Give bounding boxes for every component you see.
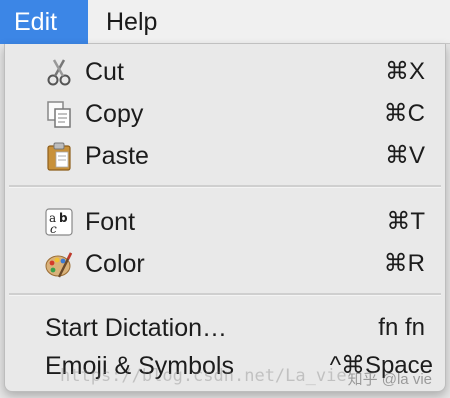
font-icon: a b c bbox=[45, 207, 73, 237]
svg-text:c: c bbox=[50, 222, 57, 236]
watermark-url: https://blog.csdn.net/La_vie bbox=[60, 366, 347, 386]
edit-menu-dropdown: Cut ⌘X Copy ⌘C Paste ⌘V a b c Font ⌘T Co… bbox=[4, 44, 446, 392]
menu-item-color[interactable]: Color ⌘R bbox=[5, 244, 445, 284]
menu-item-label: Copy bbox=[85, 100, 144, 128]
menu-item-label: Cut bbox=[85, 58, 124, 86]
menu-item-copy[interactable]: Copy ⌘C bbox=[5, 94, 445, 134]
menu-separator bbox=[9, 185, 441, 188]
palette-icon bbox=[45, 249, 73, 279]
menu-bar: Edit Help bbox=[0, 0, 450, 44]
menu-item-label: Paste bbox=[85, 142, 149, 170]
menu-item-label: Start Dictation… bbox=[45, 314, 228, 342]
shortcut-label: ⌘V bbox=[384, 142, 425, 169]
shortcut-label: ⌘T bbox=[386, 208, 425, 235]
clipboard-icon bbox=[45, 141, 73, 171]
menu-separator bbox=[9, 293, 441, 296]
shortcut-label: ⌘X bbox=[384, 58, 425, 85]
menu-item-start-dictation[interactable]: Start Dictation… fn fn bbox=[5, 308, 445, 348]
menu-help[interactable]: Help bbox=[92, 0, 171, 44]
menu-item-label: Color bbox=[85, 250, 145, 278]
shortcut-label: fn fn bbox=[378, 314, 425, 341]
shortcut-label: ⌘C bbox=[383, 100, 425, 127]
menu-item-label: Font bbox=[85, 208, 136, 236]
copy-icon bbox=[45, 99, 73, 129]
menu-item-cut[interactable]: Cut ⌘X bbox=[5, 52, 445, 92]
menu-item-paste[interactable]: Paste ⌘V bbox=[5, 136, 445, 176]
scissors-icon bbox=[45, 57, 73, 87]
menu-item-font[interactable]: a b c Font ⌘T bbox=[5, 202, 445, 242]
shortcut-label: ⌘R bbox=[383, 250, 425, 277]
svg-text:b: b bbox=[59, 211, 68, 225]
menu-edit[interactable]: Edit bbox=[0, 0, 88, 44]
watermark-credit: 知乎 @la vie bbox=[347, 371, 432, 388]
